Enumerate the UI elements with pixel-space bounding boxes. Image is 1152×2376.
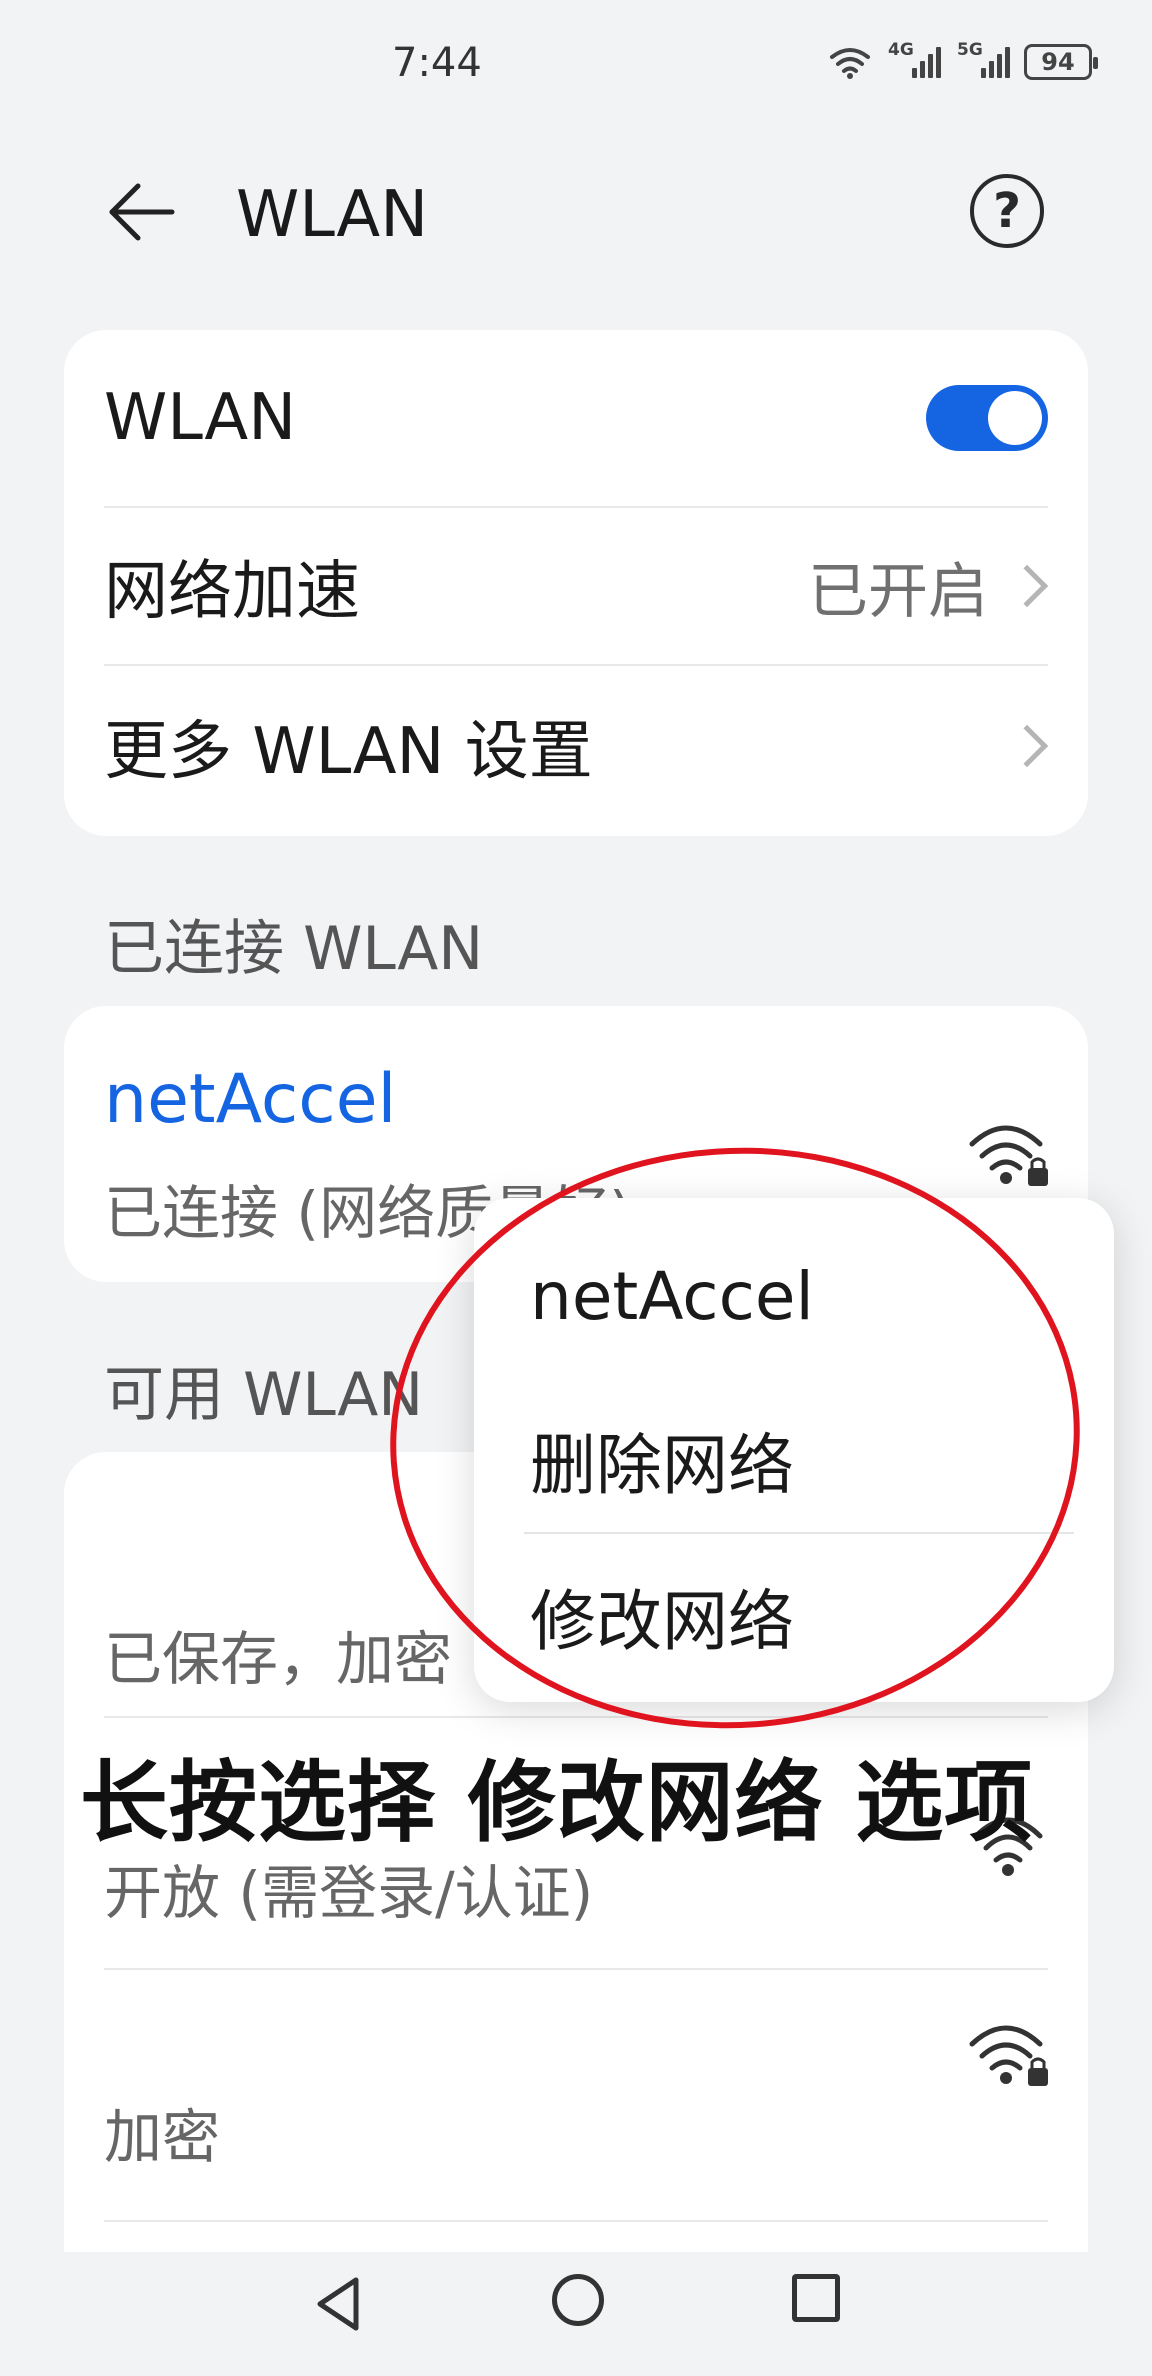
battery-icon: 94 [1024, 44, 1098, 80]
help-glyph: ? [993, 183, 1021, 239]
screen: 7:44 4G 5G 94 WLAN ? WLAN 网络加速 已开启 更多 WL… [0, 0, 1152, 2376]
modify-network-menu-item[interactable]: 修改网络 [530, 1568, 794, 1664]
signal-5g-tag: 5G [957, 40, 983, 60]
available-section-title: 可用 WLAN [104, 1360, 424, 1430]
arrow-left-icon[interactable] [104, 180, 176, 244]
annotation-text: 长按选择 修改网络 选项 [80, 1751, 1034, 1854]
wifi-lock-icon [969, 1125, 1048, 1186]
wifi-status-icon [830, 48, 870, 79]
available-network-item[interactable]: 加密 [64, 1970, 1088, 2220]
toggle-knob [988, 391, 1042, 445]
wlan-toggle-row[interactable]: WLAN [64, 330, 1088, 506]
battery-level: 94 [1041, 48, 1075, 76]
network-accel-label: 网络加速 [104, 555, 360, 629]
divider [104, 2220, 1048, 2222]
wifi-6-lock-icon [969, 2025, 1048, 2086]
network-accel-value: 已开启 [808, 556, 988, 627]
more-wlan-settings-label: 更多 WLAN 设置 [104, 715, 593, 789]
question-circle-icon[interactable]: ? [970, 174, 1044, 248]
delete-network-menu-item[interactable]: 删除网络 [530, 1412, 794, 1508]
wlan-label: WLAN [104, 381, 297, 455]
chevron-right-icon [1005, 564, 1049, 608]
menu-title: netAccel [530, 1258, 814, 1335]
cell-signal-5g-icon: 5G [957, 40, 1010, 78]
navigation-bar [0, 2252, 1152, 2376]
connected-network-name: netAccel [104, 1060, 397, 1139]
page-title: WLAN [236, 178, 429, 252]
status-time: 7:44 [392, 40, 482, 86]
wlan-toggle-switch[interactable] [926, 385, 1048, 451]
cell-signal-4g-icon: 4G [888, 40, 941, 78]
available-network-status: 加密 [104, 2103, 221, 2171]
more-wlan-settings-row[interactable]: 更多 WLAN 设置 [64, 666, 1088, 826]
wlan-settings-card: WLAN 网络加速 已开启 更多 WLAN 设置 [64, 330, 1088, 836]
signal-4g-tag: 4G [888, 40, 914, 60]
nav-recent-apps-icon[interactable] [792, 2274, 840, 2322]
nav-back-icon[interactable] [310, 2274, 370, 2334]
chevron-right-icon [1005, 724, 1049, 768]
connected-section-title: 已连接 WLAN [104, 914, 484, 984]
status-icons: 4G 5G 94 [828, 40, 1098, 80]
network-context-menu: netAccel 删除网络 修改网络 [474, 1198, 1114, 1702]
menu-divider [524, 1532, 1074, 1534]
network-accel-row[interactable]: 网络加速 已开启 [64, 508, 1088, 664]
available-network-status: 已保存，加密 [104, 1625, 453, 1693]
nav-home-icon[interactable] [552, 2274, 604, 2326]
